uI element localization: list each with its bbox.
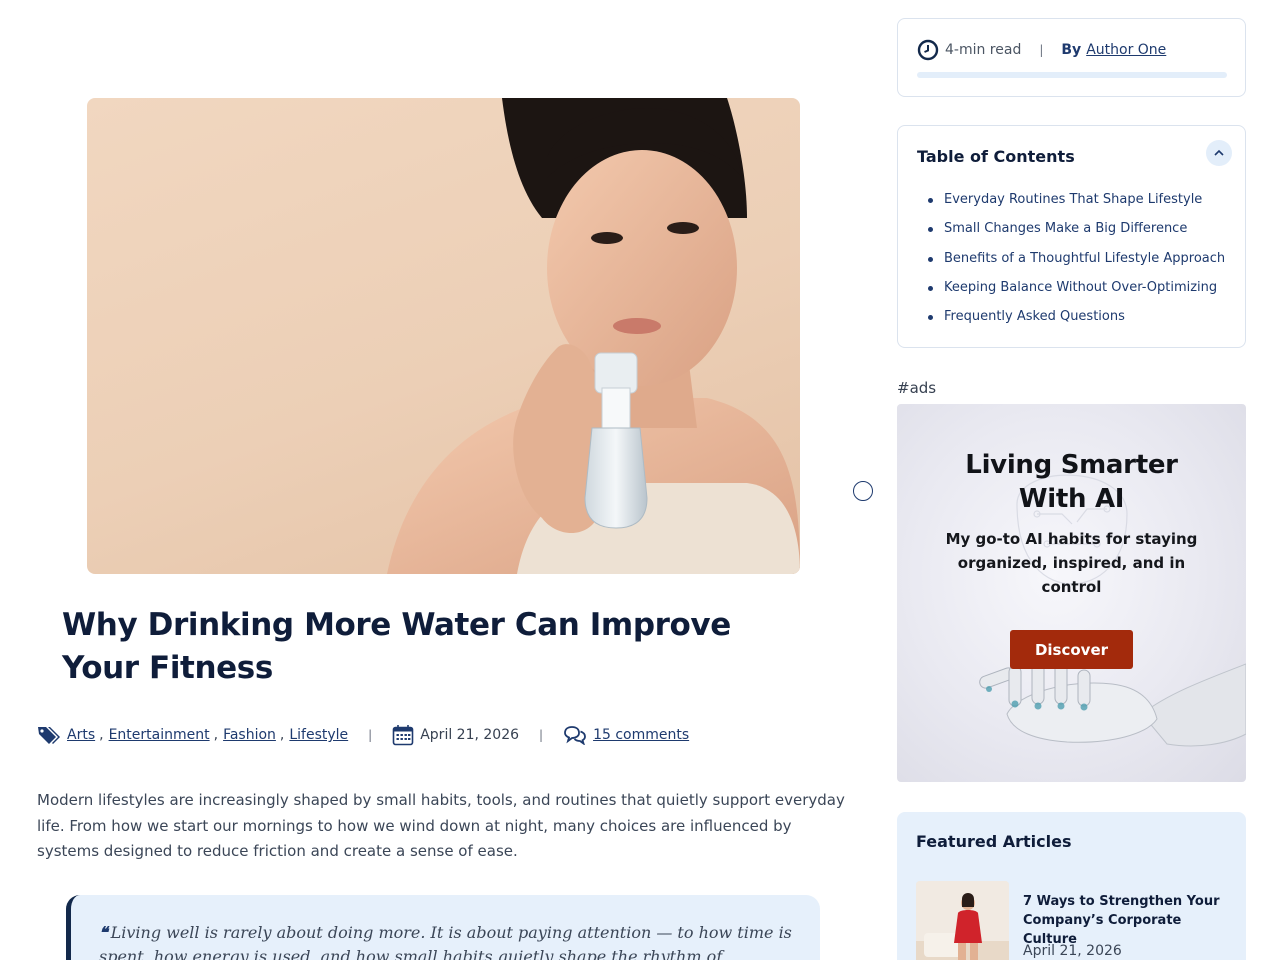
category-link-entertainment[interactable]: Entertainment <box>109 727 210 743</box>
toc-item[interactable]: Benefits of a Thoughtful Lifestyle Appro… <box>928 244 1225 273</box>
quote-body: Living well is rarely about doing more. … <box>99 923 792 960</box>
toc-item[interactable]: Small Changes Make a Big Difference <box>928 214 1225 243</box>
category-link-arts[interactable]: Arts <box>67 727 95 743</box>
clock-icon <box>917 39 939 61</box>
ads-label: #ads <box>897 379 937 397</box>
featured-articles: Featured Articles 7 Ways to Strengthen Y… <box>897 812 1246 960</box>
calendar-icon <box>392 724 414 746</box>
featured-title: Featured Articles <box>916 832 1072 851</box>
reading-progress-bar <box>917 72 1227 78</box>
meta-separator: | <box>539 728 544 742</box>
article-meta: Arts , Entertainment , Fashion , Lifesty… <box>37 720 689 750</box>
hero-image <box>87 98 800 574</box>
ad-banner[interactable]: Living Smarter With AI My go-to AI habit… <box>897 404 1246 782</box>
author-link[interactable]: Author One <box>1086 42 1166 58</box>
by-label: By <box>1061 42 1082 58</box>
quote-icon: ❝ <box>99 923 108 942</box>
ad-title-line2: With AI <box>1018 484 1125 514</box>
category-link-lifestyle[interactable]: Lifestyle <box>289 727 348 743</box>
article-page: Why Drinking More Water Can Improve Your… <box>0 0 1280 960</box>
toc-item[interactable]: Everyday Routines That Shape Lifestyle <box>928 185 1225 214</box>
toc-collapse-button[interactable] <box>1206 140 1232 166</box>
discover-button[interactable]: Discover <box>1010 630 1133 669</box>
reading-info-row: 4-min read | By Author One <box>917 39 1166 61</box>
toc-item[interactable]: Keeping Balance Without Over-Optimizing <box>928 273 1225 302</box>
woman-in-red-dress-thumbnail <box>916 881 1009 960</box>
comments-link[interactable]: 15 comments <box>593 727 689 743</box>
ad-subtitle: My go-to AI habits for staying organized… <box>945 530 1198 596</box>
category-separator: , <box>99 727 104 743</box>
article-title: Why Drinking More Water Can Improve Your… <box>62 607 731 686</box>
reading-info-card: 4-min read | By Author One <box>897 18 1246 97</box>
ad-title-line1: Living Smarter <box>965 450 1178 480</box>
toc-title: Table of Contents <box>917 147 1075 166</box>
tags-icon <box>37 725 61 745</box>
category-link-fashion[interactable]: Fashion <box>223 727 276 743</box>
pull-quote: ❝ Living well is rarely about doing more.… <box>66 895 820 960</box>
article-intro: Modern lifestyles are increasingly shape… <box>37 791 845 861</box>
reading-time: 4-min read <box>945 42 1022 58</box>
meta-separator: | <box>368 728 373 742</box>
reading-separator: | <box>1039 43 1044 57</box>
featured-article-thumbnail[interactable] <box>916 881 1009 960</box>
featured-article-date: April 21, 2026 <box>1023 943 1122 959</box>
comments-icon <box>563 725 587 745</box>
toc-list: Everyday Routines That Shape Lifestyle S… <box>928 185 1225 331</box>
ad-title: Living Smarter With AI <box>897 448 1246 516</box>
table-of-contents: Table of Contents Everyday Routines That… <box>897 125 1246 348</box>
category-separator: , <box>213 727 219 743</box>
mouse-cursor-indicator <box>853 481 873 501</box>
pull-quote-text: ❝ Living well is rarely about doing more.… <box>99 921 792 960</box>
hero-photo-illustration <box>387 98 800 574</box>
publish-date: April 21, 2026 <box>420 727 520 743</box>
category-separator: , <box>279 727 285 743</box>
featured-article-title[interactable]: 7 Ways to Strengthen Your Company’s Corp… <box>1023 892 1233 949</box>
chevron-up-icon <box>1214 149 1224 156</box>
toc-item[interactable]: Frequently Asked Questions <box>928 302 1225 331</box>
